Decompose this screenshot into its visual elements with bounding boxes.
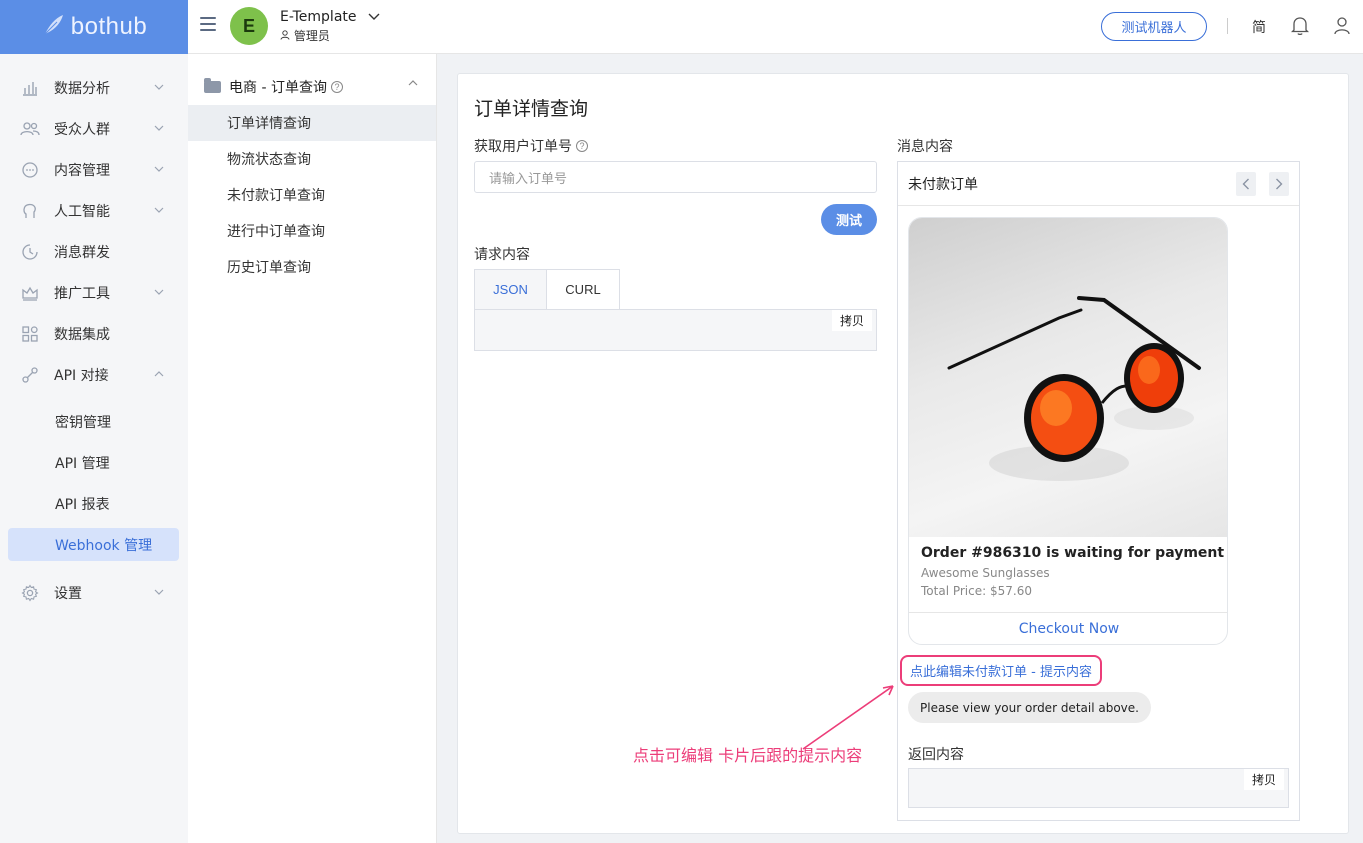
order-number-input[interactable]: 请输入订单号	[474, 161, 877, 193]
sidebar-item-broadcast[interactable]: 消息群发	[0, 231, 188, 272]
link-icon	[20, 365, 40, 385]
checkout-button[interactable]: Checkout Now	[909, 612, 1227, 644]
chevron-right-icon[interactable]	[1269, 172, 1289, 196]
sidebar-item-ai[interactable]: 人工智能	[0, 190, 188, 231]
sidebar-item-audience[interactable]: 受众人群	[0, 108, 188, 149]
sidebar-sub-api-manage[interactable]: API 管理	[8, 446, 179, 479]
brand-name: bothub	[70, 13, 148, 40]
order-label: 获取用户订单号 ?	[474, 136, 588, 156]
tab-json[interactable]: JSON	[474, 269, 547, 310]
content-card: 订单详情查询 获取用户订单号 ? 请输入订单号 测试 请求内容 JSON CUR…	[457, 73, 1349, 834]
grid-icon	[20, 324, 40, 344]
copy-button[interactable]: 拷贝	[1243, 769, 1284, 790]
chevron-down-icon	[154, 287, 164, 298]
subnav-in-progress[interactable]: 进行中订单查询	[188, 213, 436, 249]
test-bot-button[interactable]: 测试机器人	[1101, 12, 1207, 41]
copy-button[interactable]: 拷贝	[831, 310, 872, 331]
chevron-down-icon	[154, 82, 164, 93]
chevron-up-icon[interactable]	[408, 78, 418, 89]
response-body[interactable]: 拷贝	[908, 768, 1289, 808]
chevron-down-icon	[154, 205, 164, 216]
tab-curl[interactable]: CURL	[547, 269, 620, 310]
subnav-order-detail[interactable]: 订单详情查询	[188, 105, 436, 141]
chat-icon	[20, 160, 40, 180]
sunglasses-image	[947, 296, 1201, 481]
product-subtitle: Awesome Sunglasses	[921, 566, 1050, 580]
chevron-down-icon	[154, 587, 164, 598]
language-switch[interactable]: 简	[1252, 17, 1266, 37]
annotation-hint: 点击可编辑 卡片后跟的提示内容	[633, 746, 863, 765]
template-role: 管理员	[280, 27, 330, 44]
chevron-down-icon	[154, 123, 164, 134]
clock-icon	[20, 242, 40, 262]
sidebar-item-settings[interactable]: 设置	[0, 572, 188, 613]
subnav-logistics[interactable]: 物流状态查询	[188, 141, 436, 177]
reply-bubble[interactable]: Please view your order detail above.	[908, 692, 1151, 723]
test-button[interactable]: 测试	[821, 204, 877, 235]
template-avatar[interactable]: E	[230, 7, 268, 45]
sidebar-item-integration[interactable]: 数据集成	[0, 313, 188, 354]
chart-icon	[20, 78, 40, 98]
top-bar: E E-Template 管理员 测试机器人 简	[188, 0, 1363, 54]
subnav-history[interactable]: 历史订单查询	[188, 249, 436, 285]
sidebar-item-api[interactable]: API 对接	[0, 354, 188, 395]
sidebar-item-promotion[interactable]: 推广工具	[0, 272, 188, 313]
sidebar-item-analytics[interactable]: 数据分析	[0, 67, 188, 108]
crown-icon	[20, 283, 40, 303]
message-label: 消息内容	[897, 139, 953, 155]
product-card[interactable]: Order #986310 is waiting for payment Awe…	[908, 217, 1228, 645]
gear-icon	[20, 583, 40, 603]
user-icon[interactable]	[1333, 16, 1351, 40]
sidebar-sub-webhook[interactable]: Webhook 管理	[8, 528, 179, 561]
folder-icon	[204, 78, 221, 93]
help-icon[interactable]: ?	[576, 140, 588, 152]
message-title: 未付款订单	[898, 162, 1299, 206]
feather-icon	[41, 12, 67, 43]
person-icon	[280, 30, 290, 40]
brand-logo[interactable]: bothub	[0, 0, 188, 54]
main-area: 订单详情查询 获取用户订单号 ? 请输入订单号 测试 请求内容 JSON CUR…	[437, 54, 1363, 843]
chevron-up-icon	[154, 369, 164, 380]
page-title: 订单详情查询	[474, 98, 589, 120]
request-tabs: JSON CURL	[474, 269, 620, 310]
edit-hint-link[interactable]: 点此编辑未付款订单 - 提示内容	[900, 655, 1102, 686]
bell-icon[interactable]	[1290, 16, 1310, 40]
folder-ecommerce[interactable]: 电商 - 订单查询 ?	[204, 76, 424, 98]
divider	[1227, 18, 1228, 34]
subnav-unpaid[interactable]: 未付款订单查询	[188, 177, 436, 213]
help-icon[interactable]: ?	[330, 81, 343, 93]
menu-toggle-icon[interactable]	[200, 17, 216, 31]
message-panel: 未付款订单 Order #986310 is waiting for payme…	[897, 161, 1300, 821]
users-icon	[20, 119, 40, 139]
sidebar: 数据分析 受众人群 内容管理 人工智能 消息群发 推广工具 数据集成 API 对…	[0, 54, 188, 843]
webhook-nav: 电商 - 订单查询 ? 订单详情查询 物流状态查询 未付款订单查询 进行中订单查…	[188, 54, 437, 843]
sidebar-sub-api-report[interactable]: API 报表	[8, 487, 179, 520]
response-label: 返回内容	[908, 747, 964, 763]
product-price: Total Price: $57.60	[921, 584, 1032, 598]
product-image	[909, 218, 1227, 537]
chevron-left-icon[interactable]	[1236, 172, 1256, 196]
request-label: 请求内容	[474, 247, 530, 263]
brain-icon	[20, 201, 40, 221]
product-title: Order #986310 is waiting for payment	[921, 545, 1225, 561]
chevron-down-icon[interactable]	[368, 10, 380, 24]
template-name[interactable]: E-Template	[280, 9, 357, 25]
request-body[interactable]: 拷贝	[474, 309, 877, 351]
sidebar-sub-keys[interactable]: 密钥管理	[8, 405, 179, 438]
sidebar-item-content[interactable]: 内容管理	[0, 149, 188, 190]
chevron-down-icon	[154, 164, 164, 175]
